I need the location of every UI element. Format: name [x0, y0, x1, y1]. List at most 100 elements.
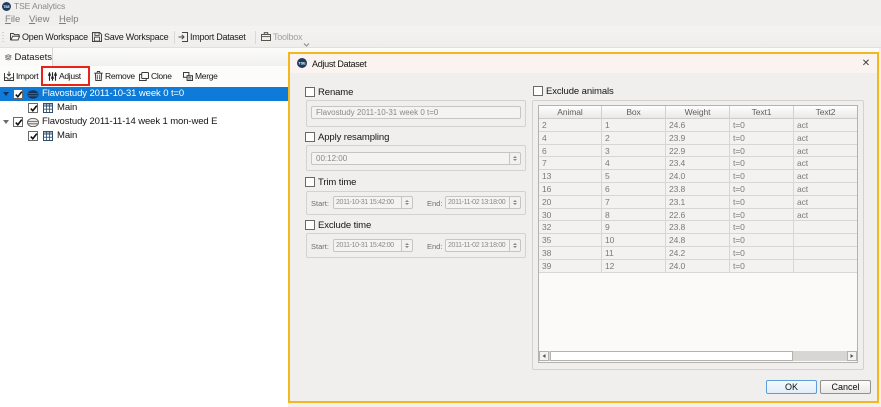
dataset-icon [27, 90, 39, 99]
exclude-time-checkbox[interactable] [305, 220, 315, 230]
import-icon [178, 31, 188, 42]
save-workspace-label: Save Workspace [104, 31, 169, 42]
tree-row-main-2[interactable]: Main [0, 129, 288, 143]
expand-arrow-icon[interactable] [3, 120, 9, 124]
table-column-header[interactable]: Text1 [730, 106, 794, 119]
table-grid-icon [43, 103, 53, 113]
dataset-remove-button[interactable]: Remove [94, 66, 135, 86]
trim-start-spinner[interactable] [401, 197, 412, 208]
table-cell: t=0 [730, 221, 794, 235]
exclude-end-input[interactable]: 2011-11-02 13:18:00 [445, 239, 521, 252]
datasets-stack-icon [5, 53, 12, 60]
expand-arrow-icon[interactable] [3, 92, 9, 96]
resampling-checkbox[interactable] [305, 132, 315, 142]
table-column-header[interactable]: Text2 [794, 106, 857, 119]
trim-start-label: Start: [311, 199, 329, 208]
toolbox-label: Toolbox [273, 31, 303, 42]
table-cell: 23.8 [666, 221, 730, 235]
table-column-header[interactable]: Weight [666, 106, 730, 119]
table-cell: act [794, 119, 857, 132]
trim-time-checkbox[interactable] [305, 177, 315, 187]
table-column-header[interactable]: Box [602, 106, 666, 119]
dataset-import-button[interactable]: Import [4, 66, 39, 86]
menu-file[interactable]: File [5, 13, 20, 26]
resampling-value: 00:12:00 [316, 154, 348, 163]
svg-text:TSE: TSE [3, 5, 10, 9]
table-cell: 24.2 [666, 246, 730, 260]
tree-checkbox[interactable] [13, 117, 23, 127]
tree-item-label: Flavostudy 2011-11-14 week 1 mon-wed E [42, 116, 218, 127]
tree-row-dataset-2[interactable]: Flavostudy 2011-11-14 week 1 mon-wed E [0, 115, 288, 129]
table-cell: 1 [602, 119, 666, 132]
table-row: 6 3 22.9 t=0 act [539, 144, 857, 158]
main-toolbar: Open Workspace Save Workspace Import Dat… [0, 26, 881, 48]
dataset-clone-button[interactable]: Clone [139, 66, 172, 86]
exclude-start-input[interactable]: 2011-10-31 15:42:00 [333, 239, 413, 252]
tab-datasets-label: Datasets [14, 51, 53, 63]
toolbar-separator [255, 31, 256, 44]
table-cell: t=0 [730, 157, 794, 171]
resampling-spinner[interactable] [509, 153, 520, 164]
table-cell: t=0 [730, 246, 794, 260]
resampling-input[interactable]: 00:12:00 [311, 152, 521, 165]
import-dataset-button[interactable]: Import Dataset [178, 26, 246, 47]
rename-input[interactable]: Flavostudy 2011-10-31 week 0 t=0 [311, 106, 521, 119]
scrollbar-thumb[interactable] [550, 351, 793, 361]
trim-start-value: 2011-10-31 15:42:00 [336, 199, 394, 206]
scrollbar-left-arrow[interactable] [539, 351, 549, 361]
tree-checkbox[interactable] [28, 103, 38, 113]
tree-row-main-1[interactable]: Main [0, 101, 288, 115]
dataset-merge-button[interactable]: Merge [183, 66, 218, 86]
horizontal-scrollbar[interactable] [539, 351, 857, 361]
trim-start-input[interactable]: 2011-10-31 15:42:00 [333, 196, 413, 209]
toolbox-icon [261, 32, 271, 41]
table-cell: act [794, 170, 857, 183]
tree-item-label: Flavostudy 2011-10-31 week 0 t=0 [42, 88, 185, 99]
menu-view[interactable]: View [29, 13, 49, 26]
table-cell: 5 [602, 170, 666, 183]
exclude-animals-checkbox[interactable] [533, 86, 543, 96]
trim-end-spinner[interactable] [509, 197, 520, 208]
toolbar-extension-chevron-icon[interactable] [303, 43, 310, 47]
menubar: File View Help [0, 13, 881, 26]
trim-end-input[interactable]: 2011-11-02 13:18:00 [445, 196, 521, 209]
svg-text:TSE: TSE [298, 62, 306, 66]
dataset-icon [27, 118, 39, 127]
dataset-remove-label: Remove [105, 71, 135, 81]
toolbox-button[interactable]: Toolbox [261, 26, 303, 47]
table-row: 16 6 23.8 t=0 act [539, 182, 857, 196]
cancel-button[interactable]: Cancel [820, 380, 871, 394]
rename-checkbox[interactable] [305, 87, 315, 97]
exclude-end-spinner[interactable] [509, 240, 520, 251]
exclude-start-value: 2011-10-31 15:42:00 [336, 242, 394, 249]
table-cell [794, 221, 857, 235]
trash-icon [94, 71, 103, 81]
save-workspace-button[interactable]: Save Workspace [92, 26, 169, 47]
toolbar-drag-handle[interactable] [2, 31, 4, 44]
exclude-start-spinner[interactable] [401, 240, 412, 251]
table-row: 38 11 24.2 t=0 [539, 246, 857, 260]
table-cell: 12 [602, 259, 666, 273]
table-row: 2 1 24.6 t=0 act [539, 119, 857, 132]
adjust-dataset-dialog: TSE Adjust Dataset ✕ Rename Flavostudy 2… [288, 52, 879, 403]
scrollbar-right-arrow[interactable] [847, 351, 857, 361]
table-cell: t=0 [730, 234, 794, 247]
open-workspace-button[interactable]: Open Workspace [10, 26, 88, 47]
dataset-import-label: Import [16, 71, 39, 81]
table-row: 30 8 22.6 t=0 act [539, 208, 857, 222]
table-cell: t=0 [730, 144, 794, 158]
toolbar-separator [174, 31, 175, 44]
ok-button[interactable]: OK [766, 380, 817, 394]
dataset-merge-label: Merge [195, 71, 218, 81]
menu-help[interactable]: Help [59, 13, 79, 26]
table-cell: act [794, 196, 857, 209]
tree-checkbox[interactable] [28, 131, 38, 141]
tree-row-dataset-1[interactable]: Flavostudy 2011-10-31 week 0 t=0 [0, 87, 288, 101]
dialog-close-button[interactable]: ✕ [858, 56, 874, 71]
table-header-row: Animal Box Weight Text1 Text2 [539, 106, 857, 119]
folder-open-icon [10, 33, 20, 41]
tab-datasets[interactable]: Datasets [0, 48, 53, 66]
tree-checkbox[interactable] [13, 89, 23, 99]
table-cell: 7 [602, 195, 666, 209]
table-column-header[interactable]: Animal [539, 106, 602, 119]
